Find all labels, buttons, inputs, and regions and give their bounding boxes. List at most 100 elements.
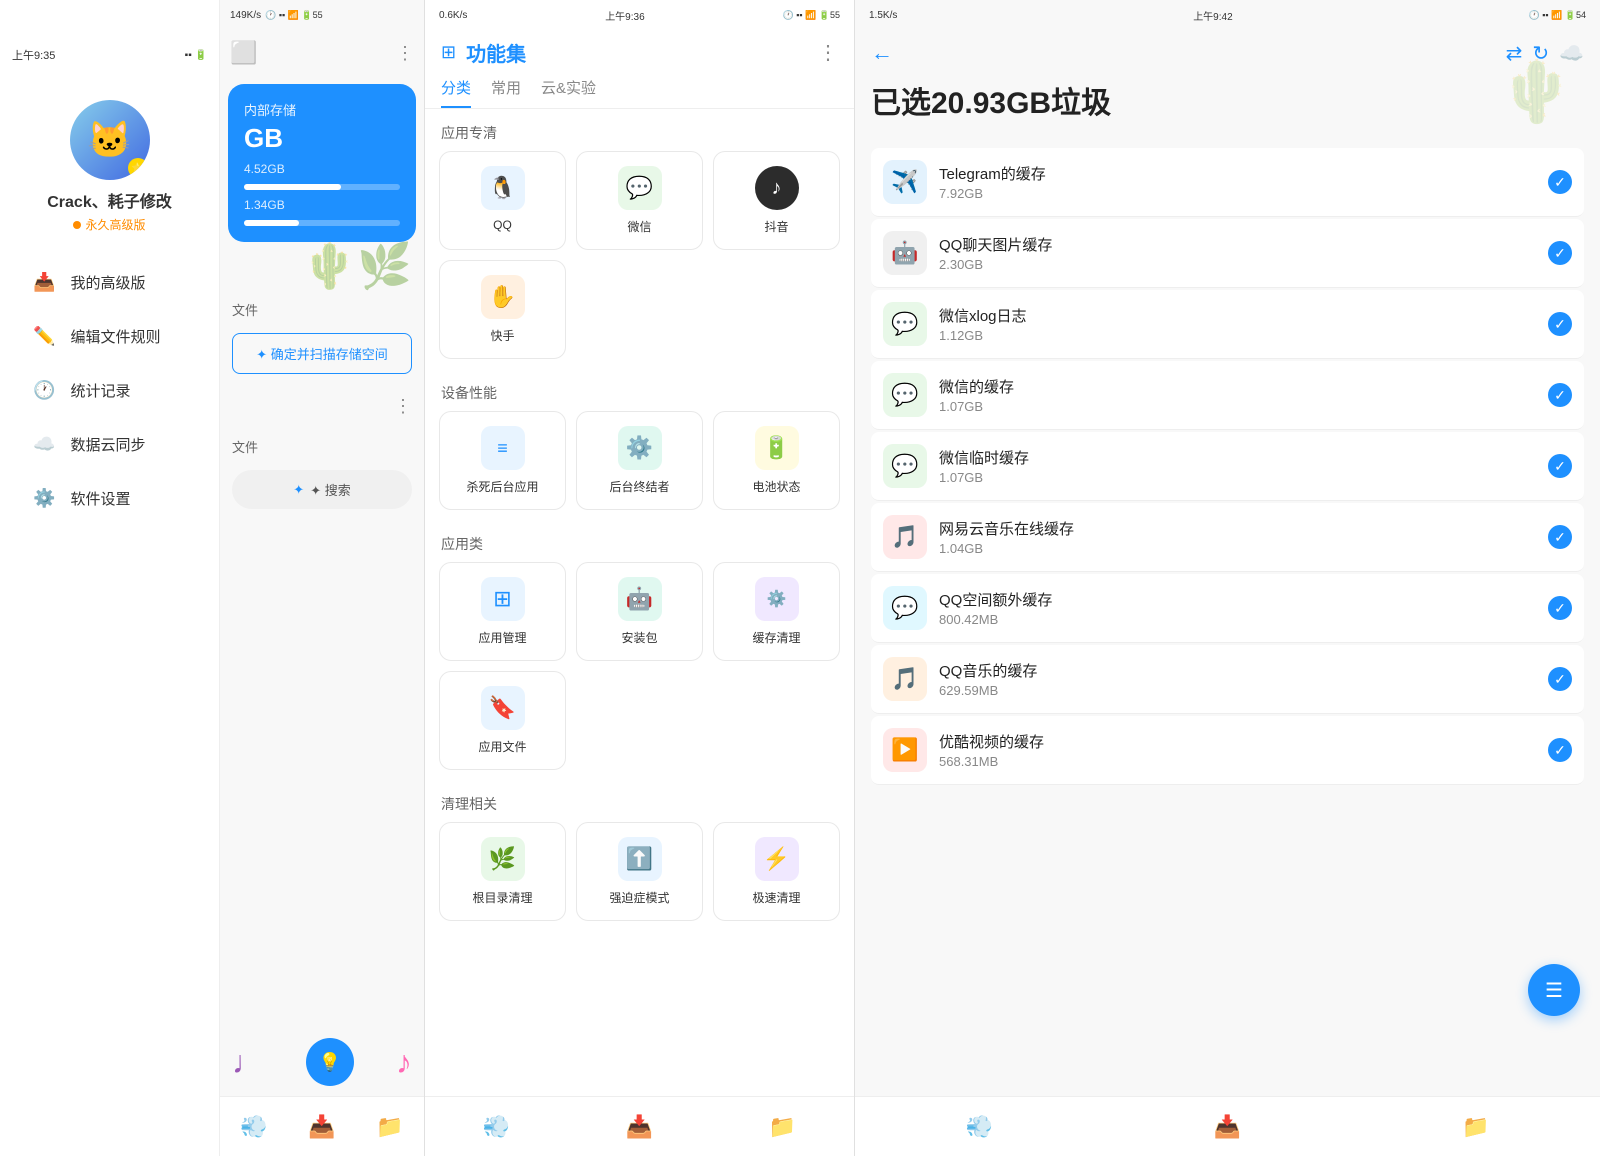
junk-icon-emoji: 🎵 [891, 524, 918, 550]
music-note-1: ♩ [232, 1044, 264, 1081]
junk-list-item[interactable]: 💬 微信xlog日志 1.12GB ✓ [871, 290, 1584, 359]
junk-icon-emoji: 💬 [891, 311, 918, 337]
nav-download-icon[interactable]: 📥 [308, 1114, 335, 1140]
storage-bar2-fill [244, 220, 299, 226]
feature-cache-clear[interactable]: ⚙️ 缓存清理 [713, 562, 840, 661]
qq-label: QQ [493, 218, 512, 232]
junk-icon-emoji: 💬 [891, 382, 918, 408]
junk-list-item[interactable]: 💬 微信临时缓存 1.07GB ✓ [871, 432, 1584, 501]
panel4-nav-download[interactable]: 📥 [1214, 1114, 1241, 1140]
junk-list-item[interactable]: 💬 微信的缓存 1.07GB ✓ [871, 361, 1584, 430]
junk-list-item[interactable]: 💬 QQ空间额外缓存 800.42MB ✓ [871, 574, 1584, 643]
status-time-1: 上午9:35 [12, 47, 55, 63]
more-icon-3[interactable]: ⋮ [818, 40, 838, 65]
tab-classify[interactable]: 分类 [441, 77, 471, 108]
speed-4: 1.5K/s [869, 10, 897, 21]
feature-bg-killer[interactable]: ⚙️ 后台终结者 [576, 411, 703, 510]
feature-wechat[interactable]: 💬 微信 [576, 151, 703, 250]
dots-icon[interactable]: ⋮ [394, 396, 412, 417]
panel4-header: ← ⇄ ↻ ☁️ [855, 30, 1600, 76]
bg-killer-icon: ⚙️ [618, 426, 662, 470]
junk-item-name: 优酷视频的缓存 [939, 731, 1536, 752]
panel3-nav-download[interactable]: 📥 [626, 1114, 653, 1140]
panel3-header: ⊞ 功能集 ⋮ [425, 30, 854, 67]
feature-battery[interactable]: 🔋 电池状态 [713, 411, 840, 510]
time-3: 上午9:36 [605, 8, 644, 23]
feature-root-clean[interactable]: 🌿 根目录清理 [439, 822, 566, 921]
grid-icon: ⊞ [441, 42, 456, 63]
junk-check-icon[interactable]: ✓ [1548, 454, 1572, 478]
junk-app-icon: 💬 [883, 302, 927, 346]
junk-list-item[interactable]: ▶️ 优酷视频的缓存 568.31MB ✓ [871, 716, 1584, 785]
ocd-icon: ⬆️ [618, 837, 662, 881]
storage-title: 内部存储 [244, 100, 400, 119]
panel2-carousel-icon[interactable]: ⬜ [230, 40, 257, 66]
sidebar-item-cloud[interactable]: ☁️ 数据云同步 [15, 419, 205, 469]
tab-cloud[interactable]: 云&实验 [541, 77, 596, 108]
feature-kill-bg[interactable]: ≡ 杀死后台应用 [439, 411, 566, 510]
fab-button[interactable]: ☰ [1528, 964, 1580, 1016]
status-icons-4: 🕐 ▪▪ 📶 🔋54 [1528, 10, 1586, 21]
feature-app-manage[interactable]: ⊞ 应用管理 [439, 562, 566, 661]
junk-list-item[interactable]: 🎵 网易云音乐在线缓存 1.04GB ✓ [871, 503, 1584, 572]
junk-item-info: Telegram的缓存 7.92GB [939, 163, 1536, 201]
junk-check-icon[interactable]: ✓ [1548, 667, 1572, 691]
junk-check-icon[interactable]: ✓ [1548, 738, 1572, 762]
panel4-nav-home[interactable]: 💨 [965, 1114, 992, 1140]
feature-qq[interactable]: 🐧 QQ [439, 151, 566, 250]
battery-icon: 🔋 [755, 426, 799, 470]
storage-used: 4.52GB [244, 162, 400, 176]
feature-kuaishou[interactable]: ✋ 快手 [439, 260, 566, 359]
time-4: 上午9:42 [1193, 8, 1232, 23]
junk-cleaner-panel: 1.5K/s 上午9:42 🕐 ▪▪ 📶 🔋54 ← ⇄ ↻ ☁️ 🌵 已选20… [855, 0, 1600, 1156]
panel3-scroll: 应用专清 🐧 QQ 💬 微信 ♪ 抖音 ✋ 快手 设备性能 [425, 109, 854, 1096]
search-sparkle-icon: ✦ [293, 482, 304, 498]
storage-card: 内部存储 GB 4.52GB 1.34GB [228, 84, 416, 242]
junk-list-item[interactable]: 🎵 QQ音乐的缓存 629.59MB ✓ [871, 645, 1584, 714]
junk-list-item[interactable]: ✈️ Telegram的缓存 7.92GB ✓ [871, 148, 1584, 217]
junk-check-icon[interactable]: ✓ [1548, 170, 1572, 194]
sidebar-item-stats[interactable]: 🕐 统计记录 [15, 365, 205, 415]
cache-clear-icon: ⚙️ [755, 577, 799, 621]
music-play-button[interactable]: 💡 [306, 1038, 354, 1086]
wechat-icon: 💬 [618, 166, 662, 210]
junk-item-name: QQ聊天图片缓存 [939, 234, 1536, 255]
feature-fast-clean[interactable]: ⚡ 极速清理 [713, 822, 840, 921]
sidebar-item-premium[interactable]: 📥 我的高级版 [15, 257, 205, 307]
feature-grid-kuaishou: ✋ 快手 [425, 260, 854, 369]
wechat-label: 微信 [627, 218, 651, 235]
junk-item-size: 568.31MB [939, 754, 1536, 769]
junk-check-icon[interactable]: ✓ [1548, 525, 1572, 549]
sidebar-item-settings[interactable]: ⚙️ 软件设置 [15, 473, 205, 523]
feature-apk[interactable]: 🤖 安装包 [576, 562, 703, 661]
search-button[interactable]: ✦ ✦ 搜索 [232, 470, 412, 509]
feature-app-file[interactable]: 🔖 应用文件 [439, 671, 566, 770]
panel3-nav-home[interactable]: 💨 [483, 1114, 510, 1140]
tab-common[interactable]: 常用 [491, 77, 521, 108]
back-button[interactable]: ← [871, 40, 893, 66]
hero-section: 🌵 已选20.93GB垃圾 [855, 76, 1600, 148]
feature-douyin[interactable]: ♪ 抖音 [713, 151, 840, 250]
scan-button[interactable]: ✦ 确定并扫描存储空间 [232, 333, 412, 374]
kill-bg-label: 杀死后台应用 [466, 478, 538, 495]
menu-icon-settings: ⚙️ [31, 484, 59, 512]
feature-ocd[interactable]: ⬆️ 强迫症模式 [576, 822, 703, 921]
nav-home-icon[interactable]: 💨 [240, 1114, 267, 1140]
app-file-label: 应用文件 [478, 738, 526, 755]
junk-check-icon[interactable]: ✓ [1548, 383, 1572, 407]
junk-check-icon[interactable]: ✓ [1548, 241, 1572, 265]
deco-image: 🌵🌿 [220, 240, 424, 292]
junk-check-icon[interactable]: ✓ [1548, 312, 1572, 336]
panel3-nav-folder[interactable]: 📁 [769, 1114, 796, 1140]
storage-bar2 [244, 220, 400, 226]
section-title-apps: 应用类 [425, 520, 854, 562]
junk-check-icon[interactable]: ✓ [1548, 596, 1572, 620]
nav-folder-icon[interactable]: 📁 [376, 1114, 403, 1140]
panel2-more-icon[interactable]: ⋮ [396, 43, 414, 64]
status-icons-3: 🕐 ▪▪ 📶 🔋55 [782, 10, 840, 21]
storage-bar-fill [244, 184, 341, 190]
junk-item-name: 网易云音乐在线缓存 [939, 518, 1536, 539]
sidebar-item-rules[interactable]: ✏️ 编辑文件规则 [15, 311, 205, 361]
panel4-nav-folder[interactable]: 📁 [1462, 1114, 1489, 1140]
junk-list-item[interactable]: 🤖 QQ聊天图片缓存 2.30GB ✓ [871, 219, 1584, 288]
